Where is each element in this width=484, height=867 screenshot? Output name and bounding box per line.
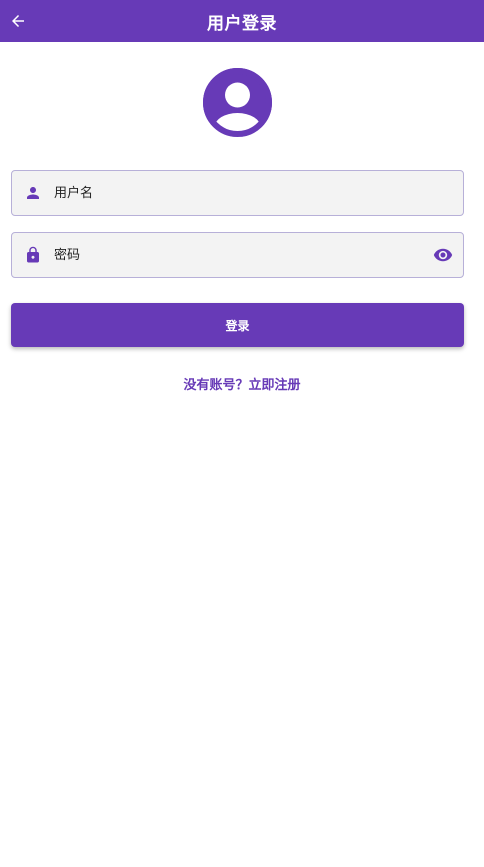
person-icon: [22, 182, 44, 204]
register-link[interactable]: 没有账号？立即注册: [0, 374, 484, 393]
back-button[interactable]: [4, 7, 32, 35]
avatar: [203, 68, 272, 137]
account-circle-icon: [203, 68, 272, 137]
page-title: 用户登录: [207, 13, 277, 34]
login-button[interactable]: 登录: [11, 303, 464, 347]
arrow-left-icon: [12, 15, 24, 27]
username-input[interactable]: [54, 171, 423, 215]
eye-icon[interactable]: [432, 244, 454, 266]
username-field[interactable]: [11, 170, 464, 216]
password-input[interactable]: [54, 233, 423, 277]
password-field[interactable]: [11, 232, 464, 278]
lock-icon: [22, 244, 44, 266]
app-bar: 用户登录: [0, 0, 484, 42]
